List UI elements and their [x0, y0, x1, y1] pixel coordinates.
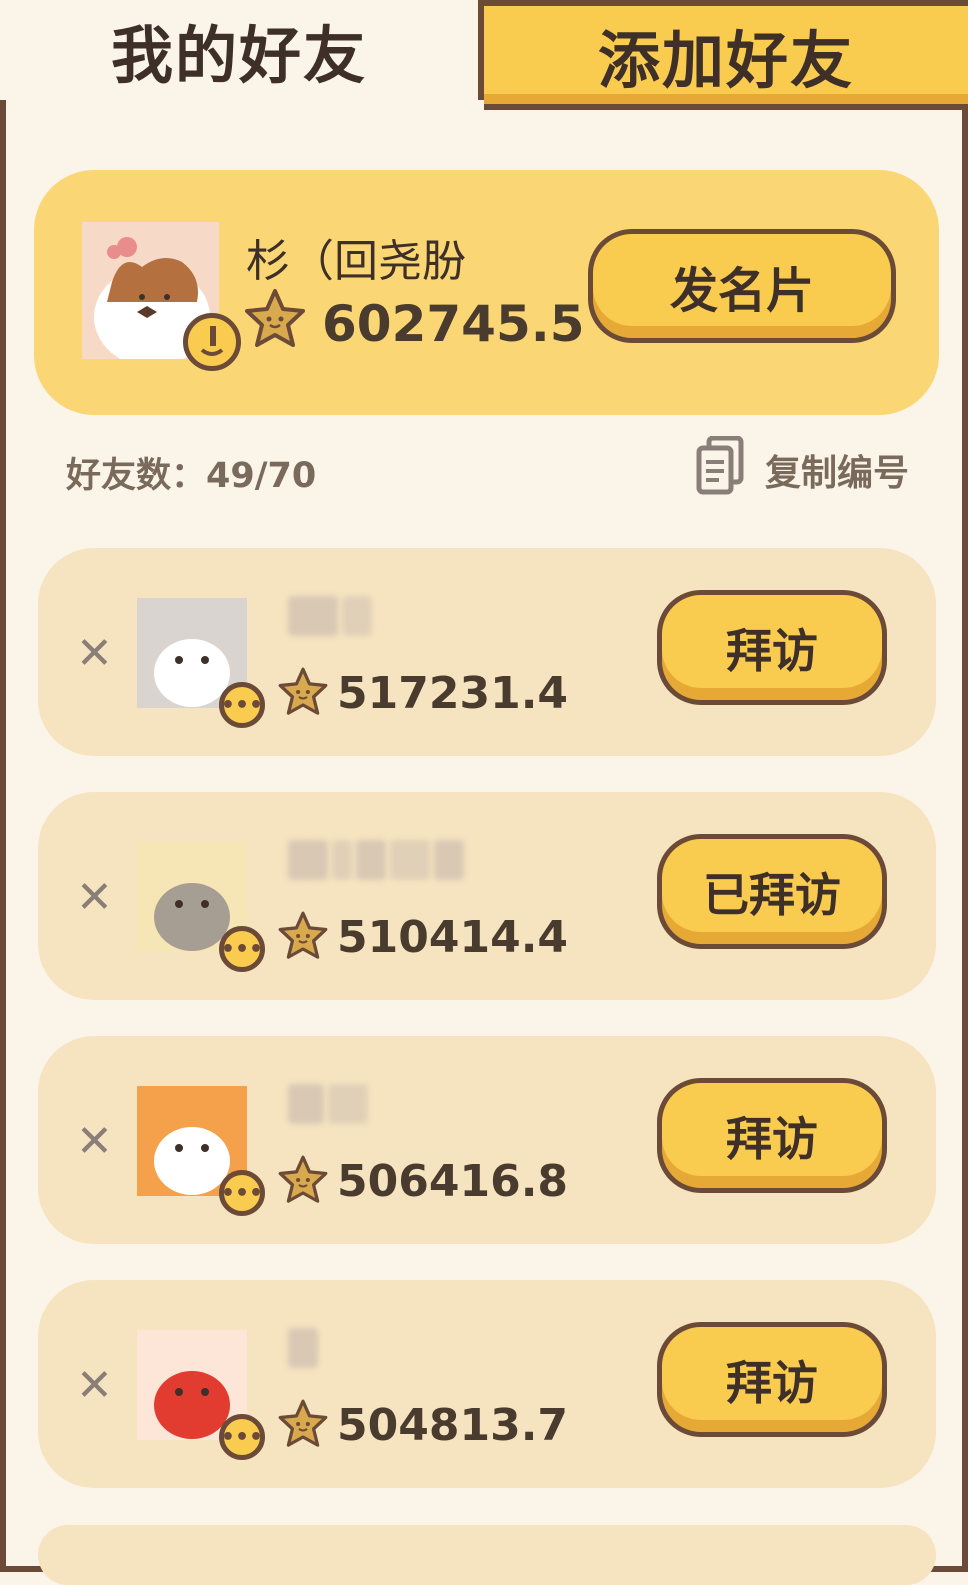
friend-score: 517231.4	[337, 668, 569, 719]
more-icon[interactable]: •••	[219, 926, 265, 972]
friend-score: 504813.7	[337, 1400, 569, 1451]
visit-button[interactable]: 拜访	[657, 1078, 887, 1193]
friend-name-blurred	[288, 596, 338, 636]
list-item-partial	[38, 1525, 936, 1585]
visit-button[interactable]: 拜访	[657, 590, 887, 705]
star-icon	[278, 1155, 328, 1203]
star-icon	[278, 1399, 328, 1447]
friend-score: 506416.8	[337, 1156, 569, 1207]
tab-add-friends[interactable]: 添加好友	[484, 0, 968, 110]
close-icon[interactable]: ✕	[76, 1116, 113, 1167]
close-icon[interactable]: ✕	[76, 1360, 113, 1411]
send-card-button[interactable]: 发名片	[588, 229, 896, 343]
friend-name-blurred	[328, 1084, 368, 1124]
friend-name-blurred	[356, 840, 386, 880]
copy-icon[interactable]	[695, 436, 747, 496]
close-icon[interactable]: ✕	[76, 628, 113, 679]
more-icon[interactable]: •••	[219, 1170, 265, 1216]
friend-name-blurred	[342, 596, 372, 636]
more-icon[interactable]: •••	[219, 682, 265, 728]
friend-name-blurred	[288, 840, 328, 880]
friend-name-blurred	[390, 840, 430, 880]
friend-name-blurred	[332, 840, 352, 880]
friend-count: 好友数：49/70	[66, 456, 317, 496]
star-icon	[278, 911, 328, 959]
more-icon[interactable]: •••	[219, 1414, 265, 1460]
my-name: 杉（回尧朌	[246, 236, 466, 287]
star-icon	[245, 289, 305, 347]
friend-score: 510414.4	[337, 912, 569, 963]
tab-my-friends[interactable]: 我的好友	[0, 0, 484, 100]
visit-button[interactable]: 拜访	[657, 1322, 887, 1437]
copy-id-button[interactable]: 复制编号	[765, 444, 909, 496]
my-score: 602745.5	[322, 295, 585, 353]
visit-button[interactable]: 已拜访	[657, 834, 887, 949]
close-icon[interactable]: ✕	[76, 872, 113, 923]
friend-name-blurred	[288, 1328, 318, 1368]
edit-icon[interactable]	[183, 313, 241, 371]
star-icon	[278, 667, 328, 715]
friend-name-blurred	[434, 840, 464, 880]
friend-name-blurred	[288, 1084, 324, 1124]
